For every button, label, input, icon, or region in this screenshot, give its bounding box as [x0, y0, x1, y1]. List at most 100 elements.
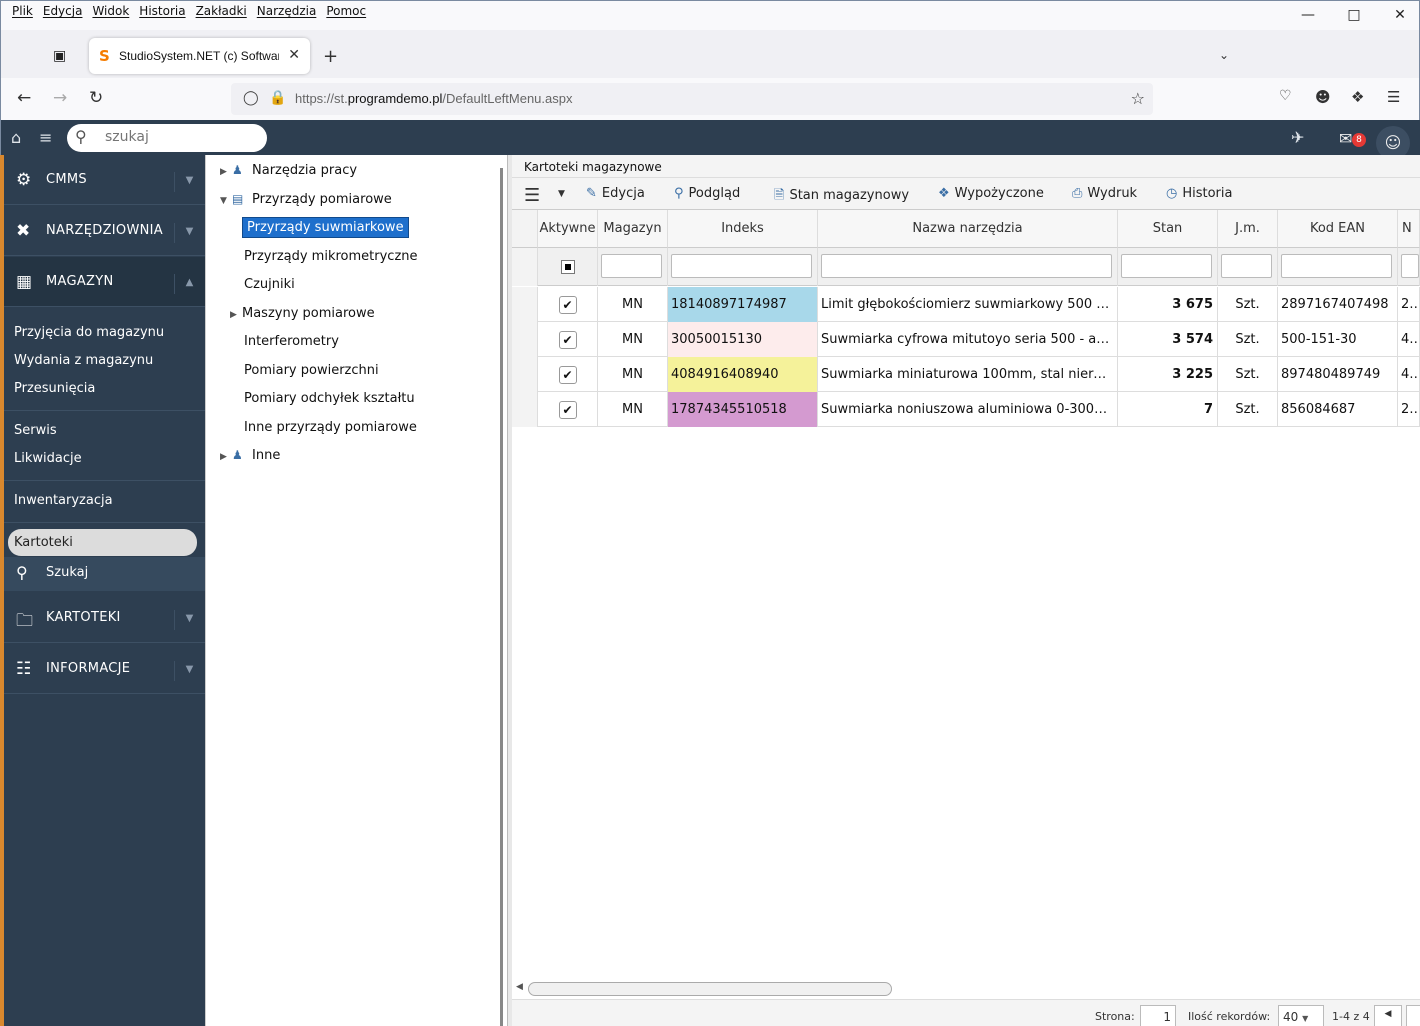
menu-pomoc[interactable]: Pomoc	[321, 4, 371, 18]
reload-icon[interactable]: ↻	[89, 88, 103, 108]
page-number-input[interactable]: 1	[1140, 1005, 1176, 1026]
tree-node-narzedzia-pracy[interactable]: ▶ ♟ Narzędzia pracy	[220, 163, 357, 178]
filter-indeks-input[interactable]	[671, 254, 812, 278]
mail-icon[interactable]: ✉	[1339, 129, 1352, 148]
sidebar-item-przesuniecia[interactable]: Przesunięcia	[14, 381, 95, 396]
sidebar-item-wydania[interactable]: Wydania z magazynu	[14, 353, 153, 368]
active-checkbox[interactable]: ✔	[558, 400, 577, 419]
sidebar-item-szukaj[interactable]: ⚲ Szukaj	[4, 557, 205, 591]
historia-button[interactable]: ◷ Historia	[1166, 186, 1232, 201]
cell-aktywne[interactable]: ✔	[538, 357, 598, 392]
filter-jm-input[interactable]	[1221, 254, 1272, 278]
pocket-icon[interactable]: ♡	[1279, 88, 1292, 104]
collapse-arrow-icon[interactable]: ▼	[220, 196, 232, 206]
filter-stan-input[interactable]	[1121, 254, 1212, 278]
cell-nazwa[interactable]: Suwmiarka miniaturowa 100mm, stal nierdz…	[818, 357, 1118, 392]
row-selector-cell[interactable]	[512, 392, 538, 427]
cell-magazyn[interactable]: MN	[598, 357, 668, 392]
sidebar-section-cmms[interactable]: ⚙ CMMS ▼	[4, 155, 205, 205]
column-header-kod-ean[interactable]: Kod EAN	[1278, 210, 1398, 248]
forward-icon[interactable]: →	[53, 88, 67, 108]
cell-ean[interactable]: 856084687	[1278, 392, 1398, 427]
expand-arrow-icon[interactable]: ▶	[220, 452, 232, 462]
new-tab-icon[interactable]: +	[323, 46, 338, 67]
prev-page-icon[interactable]: ◀	[1374, 1005, 1402, 1026]
bookmark-star-icon[interactable]: ☆	[1131, 89, 1145, 108]
scrollbar-thumb[interactable]	[528, 982, 892, 996]
cell-magazyn[interactable]: MN	[598, 287, 668, 322]
caret-down-icon[interactable]: ▼	[558, 189, 565, 199]
cell-nazwa[interactable]: Limit głębokościomierz suwmiarkowy 500 m…	[818, 287, 1118, 322]
cell-indeks[interactable]: 4084916408940	[668, 357, 818, 392]
home-icon[interactable]: ⌂	[11, 128, 21, 147]
close-tab-icon[interactable]: ✕	[288, 47, 300, 63]
row-selector-cell[interactable]	[512, 357, 538, 392]
cell-magazyn[interactable]: MN	[598, 392, 668, 427]
caret-down-icon[interactable]: ▼	[174, 661, 204, 681]
extensions-icon[interactable]: ❖	[1351, 88, 1364, 106]
filter-more-input[interactable]	[1401, 254, 1419, 278]
cell-jm[interactable]: Szt.	[1218, 392, 1278, 427]
close-window-icon[interactable]: ✕	[1391, 7, 1409, 23]
cell-indeks[interactable]: 18140897174987	[668, 287, 818, 322]
wypozyczone-button[interactable]: ❖ Wypożyczone	[938, 186, 1044, 201]
cell-stan[interactable]: 3 675	[1118, 287, 1218, 322]
cell-aktywne[interactable]: ✔	[538, 392, 598, 427]
cell-jm[interactable]: Szt.	[1218, 322, 1278, 357]
active-checkbox[interactable]: ✔	[558, 295, 577, 314]
back-icon[interactable]: ←	[17, 88, 31, 108]
column-header-nazwa[interactable]: Nazwa narzędzia	[818, 210, 1118, 248]
menu-historia[interactable]: Historia	[134, 4, 190, 18]
tree-node-maszyny-pomiarowe[interactable]: ▶ Maszyny pomiarowe	[230, 306, 375, 321]
caret-down-icon[interactable]: ▼	[174, 172, 204, 192]
cell-jm[interactable]: Szt.	[1218, 357, 1278, 392]
tree-node-przyrzady-suwmiarkowe[interactable]: Przyrządy suwmiarkowe	[242, 217, 409, 238]
minimize-icon[interactable]: —	[1299, 7, 1317, 23]
menu-collapse-icon[interactable]: ≡	[39, 128, 52, 147]
table-row[interactable]: ✔ MN 4084916408940 Suwmiarka miniaturowa 10…	[512, 357, 1420, 392]
cell-more[interactable]: 40	[1398, 322, 1420, 357]
cell-more[interactable]: 40	[1398, 357, 1420, 392]
caret-down-icon[interactable]: ▼	[174, 610, 204, 630]
tree-node-interferometry[interactable]: Interferometry	[244, 334, 339, 349]
cell-jm[interactable]: Szt.	[1218, 287, 1278, 322]
column-header-magazyn[interactable]: Magazyn	[598, 210, 668, 248]
table-row[interactable]: ✔ MN 18140897174987 Limit głębokościomierz …	[512, 287, 1420, 322]
grid-menu-icon[interactable]: ☰	[524, 185, 540, 206]
next-page-button[interactable]	[1406, 1005, 1420, 1026]
tree-scrollbar[interactable]	[500, 168, 503, 1026]
sidebar-section-kartoteki[interactable]: 🗀 KARTOTEKI ▼	[4, 593, 205, 643]
scroll-left-icon[interactable]: ◀	[516, 982, 523, 992]
edycja-button[interactable]: ✎ Edycja	[586, 186, 645, 201]
cell-stan[interactable]: 3 574	[1118, 322, 1218, 357]
search-input[interactable]	[105, 129, 255, 145]
sidebar-item-inwentaryzacja[interactable]: Inwentaryzacja	[14, 493, 113, 508]
cell-ean[interactable]: 2897167407498	[1278, 287, 1398, 322]
sidebar-item-likwidacje[interactable]: Likwidacje	[14, 451, 82, 466]
url-text[interactable]: https://st.programdemo.pl/DefaultLeftMen…	[295, 91, 572, 106]
sidebar-section-narzedziownia[interactable]: ✖ NARZĘDZIOWNIA ▼	[4, 206, 205, 256]
podglad-button[interactable]: ⚲ Podgląd	[674, 186, 740, 201]
caret-down-icon[interactable]: ▼	[174, 223, 204, 243]
column-header-more[interactable]: N	[1398, 210, 1420, 248]
stan-magazynowy-button[interactable]: 🗎 Stan magazynowy	[774, 186, 909, 208]
column-header-indeks[interactable]: Indeks	[668, 210, 818, 248]
cell-aktywne[interactable]: ✔	[538, 287, 598, 322]
sidebar-item-przyjecia[interactable]: Przyjęcia do magazynu	[14, 325, 164, 340]
plane-icon[interactable]: ✈	[1291, 128, 1304, 147]
cell-nazwa[interactable]: Suwmiarka cyfrowa mitutoyo seria 500 - a…	[818, 322, 1118, 357]
table-row[interactable]: ✔ MN 30050015130 Suwmiarka cyfrowa mitutoyo…	[512, 322, 1420, 357]
cell-magazyn[interactable]: MN	[598, 322, 668, 357]
filter-ean-input[interactable]	[1281, 254, 1392, 278]
tab-list-icon[interactable]: ▣	[53, 48, 66, 64]
expand-arrow-icon[interactable]: ▶	[230, 310, 242, 320]
menu-edycja[interactable]: Edycja	[38, 4, 88, 18]
column-header-aktywne[interactable]: Aktywne	[538, 210, 598, 248]
cell-more[interactable]: 28	[1398, 287, 1420, 322]
cell-indeks[interactable]: 17874345510518	[668, 392, 818, 427]
filter-nazwa-input[interactable]	[821, 254, 1112, 278]
sidebar-section-informacje[interactable]: ☷ INFORMACJE ▼	[4, 644, 205, 694]
cell-stan[interactable]: 3 225	[1118, 357, 1218, 392]
shield-icon[interactable]: ◯	[243, 90, 259, 106]
cell-ean[interactable]: 500-151-30	[1278, 322, 1398, 357]
